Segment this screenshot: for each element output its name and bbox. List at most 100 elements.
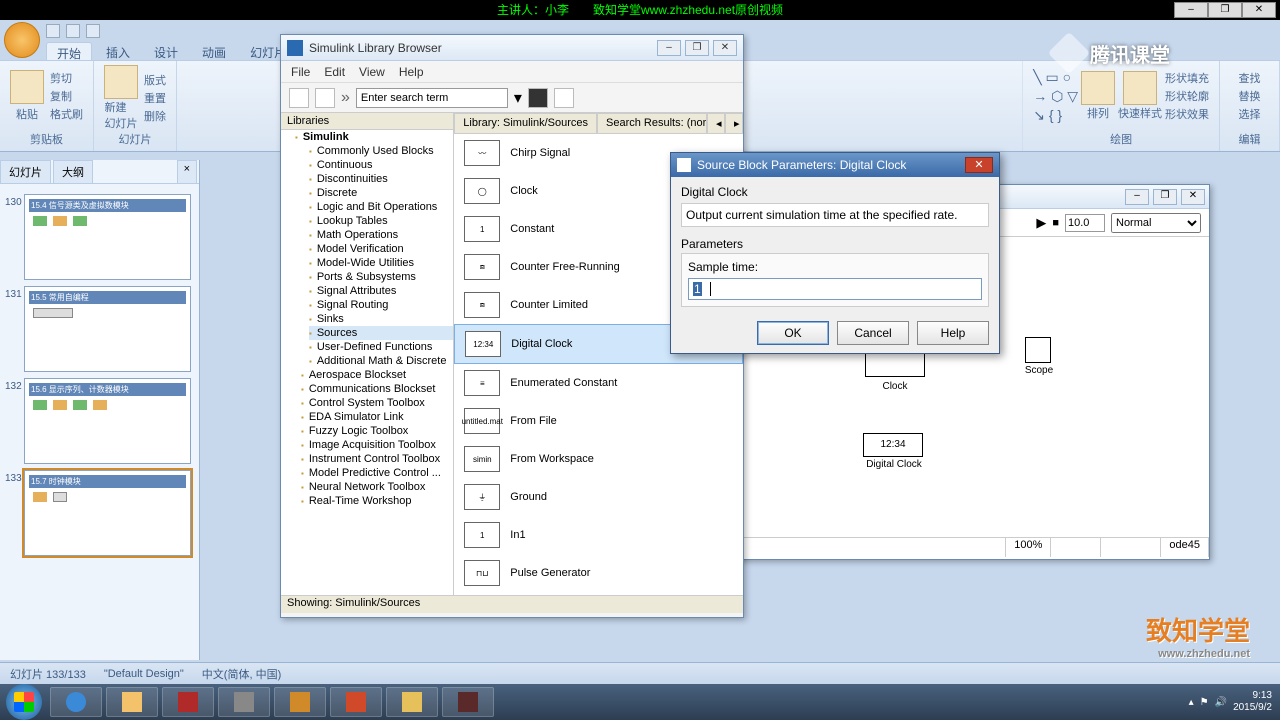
tray-up-icon[interactable]: ▴: [1189, 697, 1194, 708]
dialog-close-button[interactable]: ✕: [965, 157, 993, 173]
window-maximize-button[interactable]: ❐: [1208, 2, 1242, 18]
tree-simulink[interactable]: Simulink: [295, 130, 453, 144]
tree-item-logic-and-bit-operations[interactable]: Logic and Bit Operations: [309, 200, 453, 214]
model-maximize-button[interactable]: ❐: [1153, 189, 1177, 205]
block-parameters-dialog[interactable]: Source Block Parameters: Digital Clock ✕…: [670, 152, 1000, 354]
slide-thumb-131[interactable]: 131 15.5 常用自编程: [24, 286, 191, 372]
toggle-view-icon[interactable]: [554, 88, 574, 108]
tree-item-model-verification[interactable]: Model Verification: [309, 242, 453, 256]
slide-thumb-132[interactable]: 132 15.6 显示序列、计数器模块: [24, 378, 191, 464]
tab-search-results[interactable]: Search Results: (nor: [597, 113, 707, 133]
simlib-minimize-button[interactable]: –: [657, 40, 681, 56]
simlib-close-button[interactable]: ✕: [713, 40, 737, 56]
menu-help[interactable]: Help: [399, 65, 424, 79]
search-button-icon[interactable]: [528, 88, 548, 108]
tab-scroll-left[interactable]: ◂: [707, 113, 725, 133]
window-minimize-button[interactable]: –: [1174, 2, 1208, 18]
scope-block[interactable]: [1025, 337, 1051, 363]
model-minimize-button[interactable]: –: [1125, 189, 1149, 205]
panel-close-button[interactable]: ×: [177, 160, 197, 183]
qat-undo-icon[interactable]: [66, 24, 80, 38]
tree-item-commonly-used-blocks[interactable]: Commonly Used Blocks: [309, 144, 453, 158]
task-recorder[interactable]: [442, 687, 494, 717]
task-snip[interactable]: [218, 687, 270, 717]
paste-icon[interactable]: [10, 70, 44, 104]
menu-file[interactable]: File: [291, 65, 310, 79]
digital-clock-block[interactable]: 12:34: [863, 433, 923, 457]
tree-item-lookup-tables[interactable]: Lookup Tables: [309, 214, 453, 228]
tree-item-model-wide-utilities[interactable]: Model-Wide Utilities: [309, 256, 453, 270]
tree-toolbox[interactable]: Communications Blockset: [301, 382, 453, 396]
tree-toolbox[interactable]: Instrument Control Toolbox: [301, 452, 453, 466]
search-input[interactable]: [356, 88, 508, 108]
tree-item-continuous[interactable]: Continuous: [309, 158, 453, 172]
office-orb-button[interactable]: [4, 22, 40, 58]
arrange-icon[interactable]: [1081, 71, 1115, 105]
tree-toolbox[interactable]: Neural Network Toolbox: [301, 480, 453, 494]
tray-flag-icon[interactable]: ⚑: [1200, 697, 1209, 708]
simlib-maximize-button[interactable]: ❐: [685, 40, 709, 56]
run-icon[interactable]: ▶: [1036, 215, 1046, 231]
tree-toolbox[interactable]: Model Predictive Control ...: [301, 466, 453, 480]
tab-library-path[interactable]: Library: Simulink/Sources: [454, 113, 597, 133]
task-powerpoint[interactable]: [330, 687, 382, 717]
stop-icon[interactable]: ■: [1052, 217, 1059, 229]
tree-toolbox[interactable]: Real-Time Workshop: [301, 494, 453, 508]
tree-toolbox[interactable]: Aerospace Blockset: [301, 368, 453, 382]
task-paint[interactable]: [106, 687, 158, 717]
tree-toolbox[interactable]: Fuzzy Logic Toolbox: [301, 424, 453, 438]
tray-volume-icon[interactable]: 🔊: [1215, 697, 1227, 708]
search-dropdown-icon[interactable]: ▾: [514, 88, 522, 108]
qat-redo-icon[interactable]: [86, 24, 100, 38]
task-matlab[interactable]: [274, 687, 326, 717]
tree-item-sources[interactable]: Sources: [309, 326, 453, 340]
new-model-icon[interactable]: [289, 88, 309, 108]
tree-item-discontinuities[interactable]: Discontinuities: [309, 172, 453, 186]
tree-item-discrete[interactable]: Discrete: [309, 186, 453, 200]
block-pulse-generator[interactable]: ⊓⊔Pulse Generator: [454, 554, 743, 592]
sim-mode-select[interactable]: Normal: [1111, 213, 1201, 233]
tree-item-user-defined-functions[interactable]: User-Defined Functions: [309, 340, 453, 354]
system-tray[interactable]: ▴ ⚑ 🔊 9:13 2015/9/2: [1189, 690, 1280, 714]
slide-thumb-130[interactable]: 130 15.4 信号源类及虚拟数模块: [24, 194, 191, 280]
window-close-button[interactable]: ✕: [1242, 2, 1276, 18]
menu-edit[interactable]: Edit: [324, 65, 345, 79]
tree-item-math-operations[interactable]: Math Operations: [309, 228, 453, 242]
windows-taskbar[interactable]: ▴ ⚑ 🔊 9:13 2015/9/2: [0, 684, 1280, 720]
block-from-workspace[interactable]: siminFrom Workspace: [454, 440, 743, 478]
tree-toolbox[interactable]: Image Acquisition Toolbox: [301, 438, 453, 452]
ok-button[interactable]: OK: [757, 321, 829, 345]
sample-time-input[interactable]: 1: [688, 278, 982, 300]
tab-scroll-right[interactable]: ▸: [725, 113, 743, 133]
new-slide-icon[interactable]: [104, 65, 138, 99]
quickstyle-icon[interactable]: [1123, 71, 1157, 105]
block-in-[interactable]: 1In1: [454, 516, 743, 554]
slide-thumb-133[interactable]: 133 15.7 时钟模块: [24, 470, 191, 556]
block-icon: 12:34: [465, 331, 501, 357]
block-from-file[interactable]: untitled.matFrom File: [454, 402, 743, 440]
tree-item-sinks[interactable]: Sinks: [309, 312, 453, 326]
task-explorer[interactable]: [386, 687, 438, 717]
qat-save-icon[interactable]: [46, 24, 60, 38]
tree-item-ports-subsystems[interactable]: Ports & Subsystems: [309, 270, 453, 284]
task-ie[interactable]: [50, 687, 102, 717]
tree-toolbox[interactable]: EDA Simulator Link: [301, 410, 453, 424]
block-ground[interactable]: ⏚Ground: [454, 478, 743, 516]
help-button[interactable]: Help: [917, 321, 989, 345]
model-close-button[interactable]: ✕: [1181, 189, 1205, 205]
open-model-icon[interactable]: [315, 88, 335, 108]
cancel-button[interactable]: Cancel: [837, 321, 909, 345]
tree-item-additional-math-discrete[interactable]: Additional Math & Discrete: [309, 354, 453, 368]
menu-view[interactable]: View: [359, 65, 385, 79]
panel-tab-slides[interactable]: 幻灯片: [0, 160, 51, 183]
task-adobe[interactable]: [162, 687, 214, 717]
block-enumerated-constant[interactable]: ≡Enumerated Constant: [454, 364, 743, 402]
tree-item-signal-routing[interactable]: Signal Routing: [309, 298, 453, 312]
tree-item-signal-attributes[interactable]: Signal Attributes: [309, 284, 453, 298]
panel-tab-outline[interactable]: 大纲: [53, 160, 93, 183]
tree-toolbox[interactable]: Control System Toolbox: [301, 396, 453, 410]
stop-time-input[interactable]: [1065, 214, 1105, 232]
start-button[interactable]: [6, 684, 42, 720]
library-tree[interactable]: Libraries Simulink Commonly Used BlocksC…: [281, 113, 454, 595]
tray-clock[interactable]: 9:13 2015/9/2: [1233, 690, 1272, 714]
